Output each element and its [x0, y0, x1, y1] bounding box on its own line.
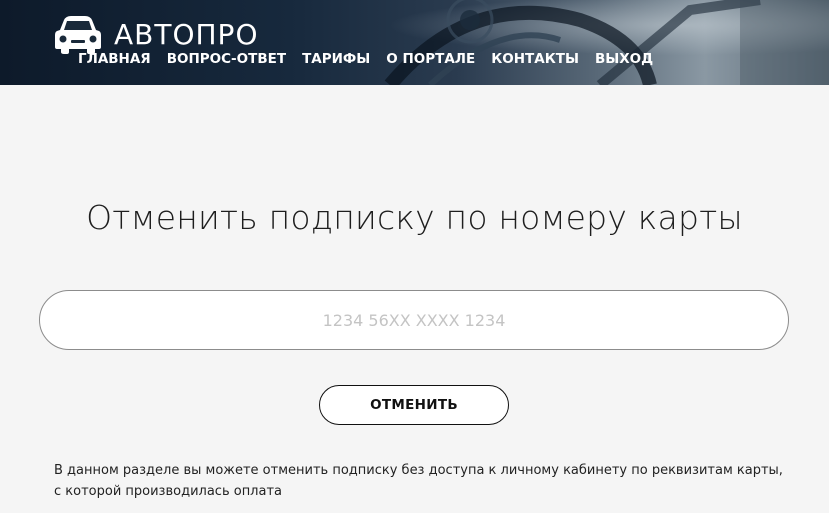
site-header: АВТОПРО ГЛАВНАЯ ВОПРОС-ОТВЕТ ТАРИФЫ О ПО…: [0, 0, 829, 85]
card-number-input[interactable]: [39, 290, 789, 350]
page-title: Отменить подписку по номеру карты: [86, 198, 743, 237]
nav-item-about[interactable]: О ПОРТАЛЕ: [386, 51, 475, 67]
info-text: В данном разделе вы можете отменить подп…: [54, 463, 783, 499]
main-content: Отменить подписку по номеру карты ОТМЕНИ…: [0, 85, 829, 513]
nav-item-tariffs[interactable]: ТАРИФЫ: [302, 51, 370, 67]
cancel-subscription-button[interactable]: ОТМЕНИТЬ: [319, 385, 509, 425]
nav-item-logout[interactable]: ВЫХОД: [595, 51, 653, 67]
brand-logo[interactable]: АВТОПРО: [54, 14, 258, 54]
nav-item-faq[interactable]: ВОПРОС-ОТВЕТ: [167, 51, 286, 67]
nav-item-contacts[interactable]: КОНТАКТЫ: [491, 51, 579, 67]
nav-item-home[interactable]: ГЛАВНАЯ: [78, 51, 151, 67]
main-nav: ГЛАВНАЯ ВОПРОС-ОТВЕТ ТАРИФЫ О ПОРТАЛЕ КО…: [78, 51, 669, 67]
brand-name: АВТОПРО: [114, 17, 259, 51]
car-icon: [54, 14, 102, 54]
